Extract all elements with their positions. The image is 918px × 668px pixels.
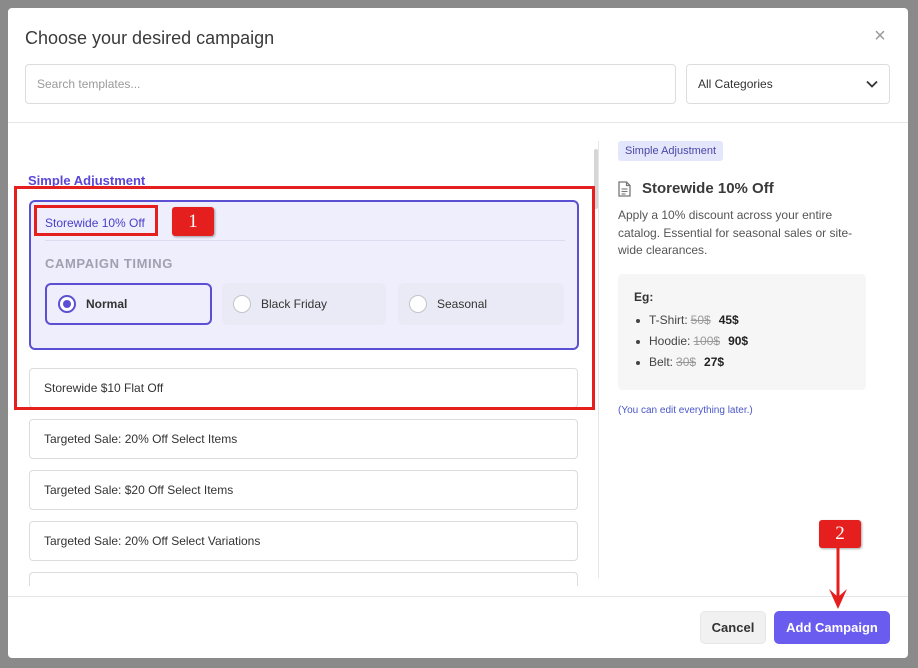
edit-note: (You can edit everything later.) [618, 405, 753, 416]
template-item[interactable]: Targeted Sale: 20% Off Select Items [29, 419, 578, 459]
timing-option-normal[interactable]: Normal [45, 283, 212, 325]
bullet-icon [636, 318, 640, 323]
template-item[interactable]: Targeted Sale: 20% Off Select Variations [29, 521, 578, 561]
radio-unchecked-icon [233, 295, 251, 313]
example-item: Belt: 30$ 27$ [634, 352, 866, 373]
example-item: T-Shirt: 50$ 45$ [634, 310, 866, 331]
timing-option-label: Normal [86, 297, 128, 311]
template-list: Simple Adjustment Storewide 10% Off CAMP… [8, 123, 598, 586]
bullet-icon [636, 360, 640, 365]
document-icon [618, 180, 631, 197]
close-icon[interactable]: × [870, 26, 890, 46]
pane-divider [598, 141, 599, 578]
campaign-timing-label: CAMPAIGN TIMING [45, 256, 173, 271]
example-item-name: T-Shirt: [649, 313, 688, 327]
example-box: Eg: T-Shirt: 50$ 45$ Hoodie: 100$ 90$ Be… [618, 274, 866, 390]
section-heading: Simple Adjustment [28, 173, 146, 188]
example-item-name: Belt: [649, 355, 674, 369]
arrow-down-icon [829, 545, 847, 609]
timing-option-seasonal[interactable]: Seasonal [398, 283, 564, 325]
footer-divider [8, 596, 908, 597]
example-list: T-Shirt: 50$ 45$ Hoodie: 100$ 90$ Belt: … [634, 310, 866, 373]
radio-checked-icon [58, 295, 76, 313]
campaign-modal: Choose your desired campaign × All Categ… [8, 8, 908, 658]
preview-category-badge: Simple Adjustment [618, 141, 724, 161]
timing-option-label: Seasonal [437, 297, 488, 311]
modal-title: Choose your desired campaign [25, 28, 275, 48]
template-item[interactable]: Storewide $10 Flat Off [29, 368, 578, 408]
bullet-icon [636, 339, 640, 344]
example-item: Hoodie: 100$ 90$ [634, 331, 866, 352]
preview-title: Storewide 10% Off [642, 180, 774, 197]
selected-template-title: Storewide 10% Off [45, 216, 145, 230]
cancel-button[interactable]: Cancel [700, 611, 766, 644]
add-campaign-button[interactable]: Add Campaign [774, 611, 890, 644]
step-1-badge: 1 [172, 207, 214, 236]
example-title: Eg: [634, 290, 654, 304]
selected-template-card[interactable]: Storewide 10% Off CAMPAIGN TIMING Normal… [29, 200, 579, 350]
template-item-partial[interactable] [29, 572, 578, 586]
example-new-price: 27$ [704, 355, 725, 369]
card-divider [45, 240, 565, 241]
template-item[interactable]: Targeted Sale: $20 Off Select Items [29, 470, 578, 510]
category-select[interactable]: All Categories [686, 64, 890, 104]
example-new-price: 45$ [718, 313, 739, 327]
example-old-price: 30$ [676, 355, 697, 369]
example-old-price: 50$ [690, 313, 711, 327]
timing-option-black-friday[interactable]: Black Friday [222, 283, 386, 325]
radio-unchecked-icon [409, 295, 427, 313]
preview-title-row: Storewide 10% Off [618, 180, 774, 197]
scrollbar-thumb[interactable] [594, 149, 598, 209]
example-old-price: 100$ [693, 334, 721, 348]
step-2-badge: 2 [819, 520, 861, 548]
timing-option-label: Black Friday [261, 297, 328, 311]
example-item-name: Hoodie: [649, 334, 691, 348]
example-new-price: 90$ [728, 334, 749, 348]
chevron-down-icon [866, 80, 878, 88]
category-select-value: All Categories [698, 77, 773, 91]
search-input[interactable] [25, 64, 676, 104]
preview-description: Apply a 10% discount across your entire … [618, 208, 853, 257]
